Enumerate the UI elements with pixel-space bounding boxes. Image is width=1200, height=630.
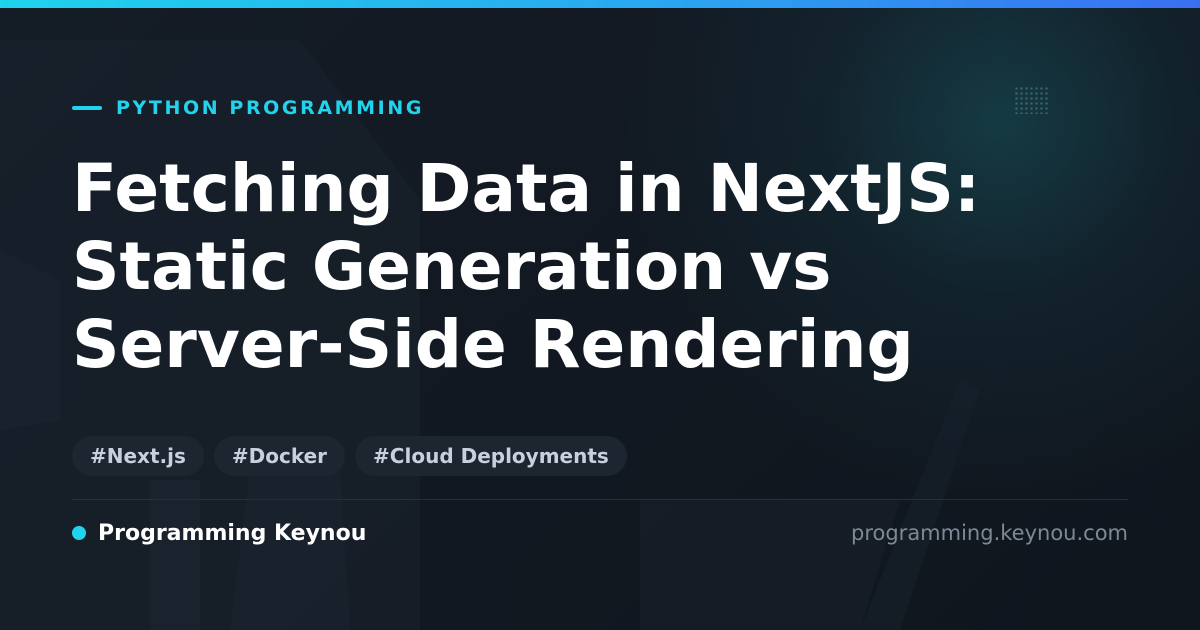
title-line: Fetching Data in NextJS: xyxy=(72,150,981,227)
title-line: Static Generation vs xyxy=(72,228,832,305)
dot-pattern xyxy=(1014,86,1050,114)
site-url[interactable]: programming.keynou.com xyxy=(851,518,1128,548)
category-label: PYTHON PROGRAMMING xyxy=(72,96,424,120)
category-accent-line xyxy=(72,106,102,110)
tag-docker[interactable]: #Docker xyxy=(213,436,346,476)
tag-list: #Next.js #Docker #Cloud Deployments xyxy=(72,436,627,476)
dot-icon xyxy=(72,526,86,540)
article-title: Fetching Data in NextJS: Static Generati… xyxy=(72,150,1152,384)
title-line: Server-Side Rendering xyxy=(72,306,914,383)
tag-nextjs[interactable]: #Next.js xyxy=(72,436,204,476)
tag-cloud-deployments[interactable]: #Cloud Deployments xyxy=(355,436,627,476)
category-text: PYTHON PROGRAMMING xyxy=(116,97,425,119)
brand-name: Programming Keynou xyxy=(98,520,367,546)
footer-divider xyxy=(72,499,1128,500)
social-card: PYTHON PROGRAMMING Fetching Data in Next… xyxy=(0,0,1200,630)
brand[interactable]: Programming Keynou xyxy=(72,518,366,548)
